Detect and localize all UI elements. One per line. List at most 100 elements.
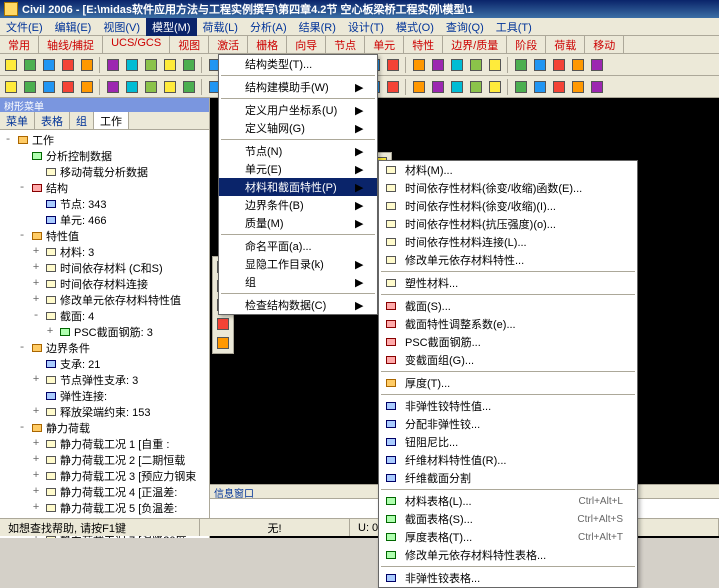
tb2-btn-23[interactable] xyxy=(467,78,485,96)
tree-node[interactable]: +静力荷载工况 4 [正温差: xyxy=(2,484,207,500)
menu2-item-7[interactable]: 塑性材料... xyxy=(379,274,637,292)
menu2-item-18[interactable]: 钮阻尼比... xyxy=(379,433,637,451)
tb1-btn-22[interactable] xyxy=(448,56,466,74)
tree-node[interactable]: +静力荷载工况 1 [自重 : xyxy=(2,436,207,452)
tb1-btn-0[interactable] xyxy=(2,56,20,74)
menu2-item-3[interactable]: 时间依存性材料(抗压强度)(o)... xyxy=(379,215,637,233)
ribbon-tab-7[interactable]: 节点 xyxy=(326,36,365,53)
tb1-btn-4[interactable] xyxy=(78,56,96,74)
menu-4[interactable]: 荷载(L) xyxy=(197,18,244,36)
tb2-btn-21[interactable] xyxy=(429,78,447,96)
tree-node[interactable]: +时间依存材料连接 xyxy=(2,276,207,292)
ribbon-tab-12[interactable]: 荷载 xyxy=(546,36,585,53)
tree-node[interactable]: 移动荷载分析数据 xyxy=(2,164,207,180)
tb1-btn-3[interactable] xyxy=(59,56,77,74)
tb2-btn-7[interactable] xyxy=(142,78,160,96)
menu1-item-14[interactable]: 显隐工作目录(k)▶ xyxy=(219,255,377,273)
menu-8[interactable]: 模式(O) xyxy=(390,18,440,36)
tb2-btn-20[interactable] xyxy=(410,78,428,96)
menu1-item-9[interactable]: 材料和截面特性(P)▶ xyxy=(219,178,377,196)
menu2-item-2[interactable]: 时间依存性材料(徐变/收缩)(I)... xyxy=(379,197,637,215)
tb2-btn-9[interactable] xyxy=(180,78,198,96)
tb2-btn-28[interactable] xyxy=(569,78,587,96)
submenu-material-section[interactable]: 材料(M)...时间依存性材料(徐变/收缩)函数(E)...时间依存性材料(徐变… xyxy=(378,160,638,588)
menu-2[interactable]: 视图(V) xyxy=(97,18,146,36)
menu1-item-7[interactable]: 节点(N)▶ xyxy=(219,142,377,160)
ribbon-tab-4[interactable]: 激活 xyxy=(209,36,248,53)
menu2-item-17[interactable]: 分配非弹性铰... xyxy=(379,415,637,433)
tb1-btn-8[interactable] xyxy=(161,56,179,74)
tree-node[interactable]: -截面: 4 xyxy=(2,308,207,324)
tb2-btn-26[interactable] xyxy=(531,78,549,96)
menu1-item-11[interactable]: 质量(M)▶ xyxy=(219,214,377,232)
tb2-btn-4[interactable] xyxy=(78,78,96,96)
tb2-btn-24[interactable] xyxy=(486,78,504,96)
ribbon-tab-8[interactable]: 单元 xyxy=(365,36,404,53)
tb2-btn-8[interactable] xyxy=(161,78,179,96)
tb2-btn-22[interactable] xyxy=(448,78,466,96)
tb1-btn-19[interactable] xyxy=(384,56,402,74)
menu2-item-16[interactable]: 非弹性铰特性值... xyxy=(379,397,637,415)
menu-0[interactable]: 文件(E) xyxy=(0,18,49,36)
tb2-btn-1[interactable] xyxy=(21,78,39,96)
tree-node[interactable]: +修改单元依存材料特性值 xyxy=(2,292,207,308)
menu-7[interactable]: 设计(T) xyxy=(342,18,390,36)
tb1-btn-28[interactable] xyxy=(569,56,587,74)
ribbon-tab-9[interactable]: 特性 xyxy=(404,36,443,53)
tb2-btn-3[interactable] xyxy=(59,78,77,96)
tb1-btn-23[interactable] xyxy=(467,56,485,74)
ribbon-tab-3[interactable]: 视图 xyxy=(170,36,209,53)
tree-tab-1[interactable]: 表格 xyxy=(35,112,70,129)
menu1-item-15[interactable]: 组▶ xyxy=(219,273,377,291)
tb2-btn-6[interactable] xyxy=(123,78,141,96)
tree-node[interactable]: 支承: 21 xyxy=(2,356,207,372)
tb1-btn-24[interactable] xyxy=(486,56,504,74)
tree-tabs[interactable]: 菜单表格组工作 xyxy=(0,112,209,130)
menu-10[interactable]: 工具(T) xyxy=(490,18,538,36)
tree-node[interactable]: -静力荷载 xyxy=(2,420,207,436)
tb1-btn-26[interactable] xyxy=(531,56,549,74)
menu2-item-22[interactable]: 材料表格(L)...Ctrl+Alt+L xyxy=(379,492,637,510)
tree-tab-3[interactable]: 工作 xyxy=(94,112,129,129)
tree-node[interactable]: +材料: 3 xyxy=(2,244,207,260)
menu1-item-10[interactable]: 边界条件(B)▶ xyxy=(219,196,377,214)
tree-node[interactable]: +静力荷载工况 2 [二期恒载 xyxy=(2,452,207,468)
tb2-btn-19[interactable] xyxy=(384,78,402,96)
tree-node[interactable]: +释放梁端约束: 153 xyxy=(2,404,207,420)
menu2-item-9[interactable]: 截面(S)... xyxy=(379,297,637,315)
menu-5[interactable]: 分析(A) xyxy=(244,18,293,36)
tree-node[interactable]: 节点: 343 xyxy=(2,196,207,212)
tb2-btn-2[interactable] xyxy=(40,78,58,96)
vtb1-btn-4[interactable] xyxy=(214,334,232,352)
menu-bar[interactable]: 文件(E)编辑(E)视图(V)模型(M)荷载(L)分析(A)结果(R)设计(T)… xyxy=(0,18,719,36)
tb1-btn-6[interactable] xyxy=(123,56,141,74)
menu2-item-23[interactable]: 截面表格(S)...Ctrl+Alt+S xyxy=(379,510,637,528)
tb2-btn-0[interactable] xyxy=(2,78,20,96)
tb1-btn-21[interactable] xyxy=(429,56,447,74)
menu1-item-5[interactable]: 定义轴网(G)▶ xyxy=(219,119,377,137)
ribbon-tab-11[interactable]: 阶段 xyxy=(507,36,546,53)
tb1-btn-2[interactable] xyxy=(40,56,58,74)
tb2-btn-27[interactable] xyxy=(550,78,568,96)
menu-3[interactable]: 模型(M) xyxy=(146,18,197,36)
menu-1[interactable]: 编辑(E) xyxy=(49,18,98,36)
tree-node[interactable]: -边界条件 xyxy=(2,340,207,356)
vtb1-btn-3[interactable] xyxy=(214,315,232,333)
tb1-btn-5[interactable] xyxy=(104,56,122,74)
tree-node[interactable]: -结构 xyxy=(2,180,207,196)
menu2-item-14[interactable]: 厚度(T)... xyxy=(379,374,637,392)
menu1-item-0[interactable]: 结构类型(T)... xyxy=(219,55,377,73)
tree-tab-0[interactable]: 菜单 xyxy=(0,112,35,129)
menu2-item-0[interactable]: 材料(M)... xyxy=(379,161,637,179)
tree-node[interactable]: 弹性连接: xyxy=(2,388,207,404)
menu1-item-8[interactable]: 单元(E)▶ xyxy=(219,160,377,178)
tree-node[interactable]: +静力荷载工况 3 [预应力钢束 xyxy=(2,468,207,484)
tree-node[interactable]: +时间依存材料 (C和S) xyxy=(2,260,207,276)
ribbon-tab-2[interactable]: UCS/GCS xyxy=(103,36,170,53)
tree-tab-2[interactable]: 组 xyxy=(70,112,94,129)
menu2-item-11[interactable]: PSC截面钢筋... xyxy=(379,333,637,351)
tree-node[interactable]: -特性值 xyxy=(2,228,207,244)
tb2-btn-5[interactable] xyxy=(104,78,122,96)
menu2-item-12[interactable]: 变截面组(G)... xyxy=(379,351,637,369)
tb2-btn-25[interactable] xyxy=(512,78,530,96)
